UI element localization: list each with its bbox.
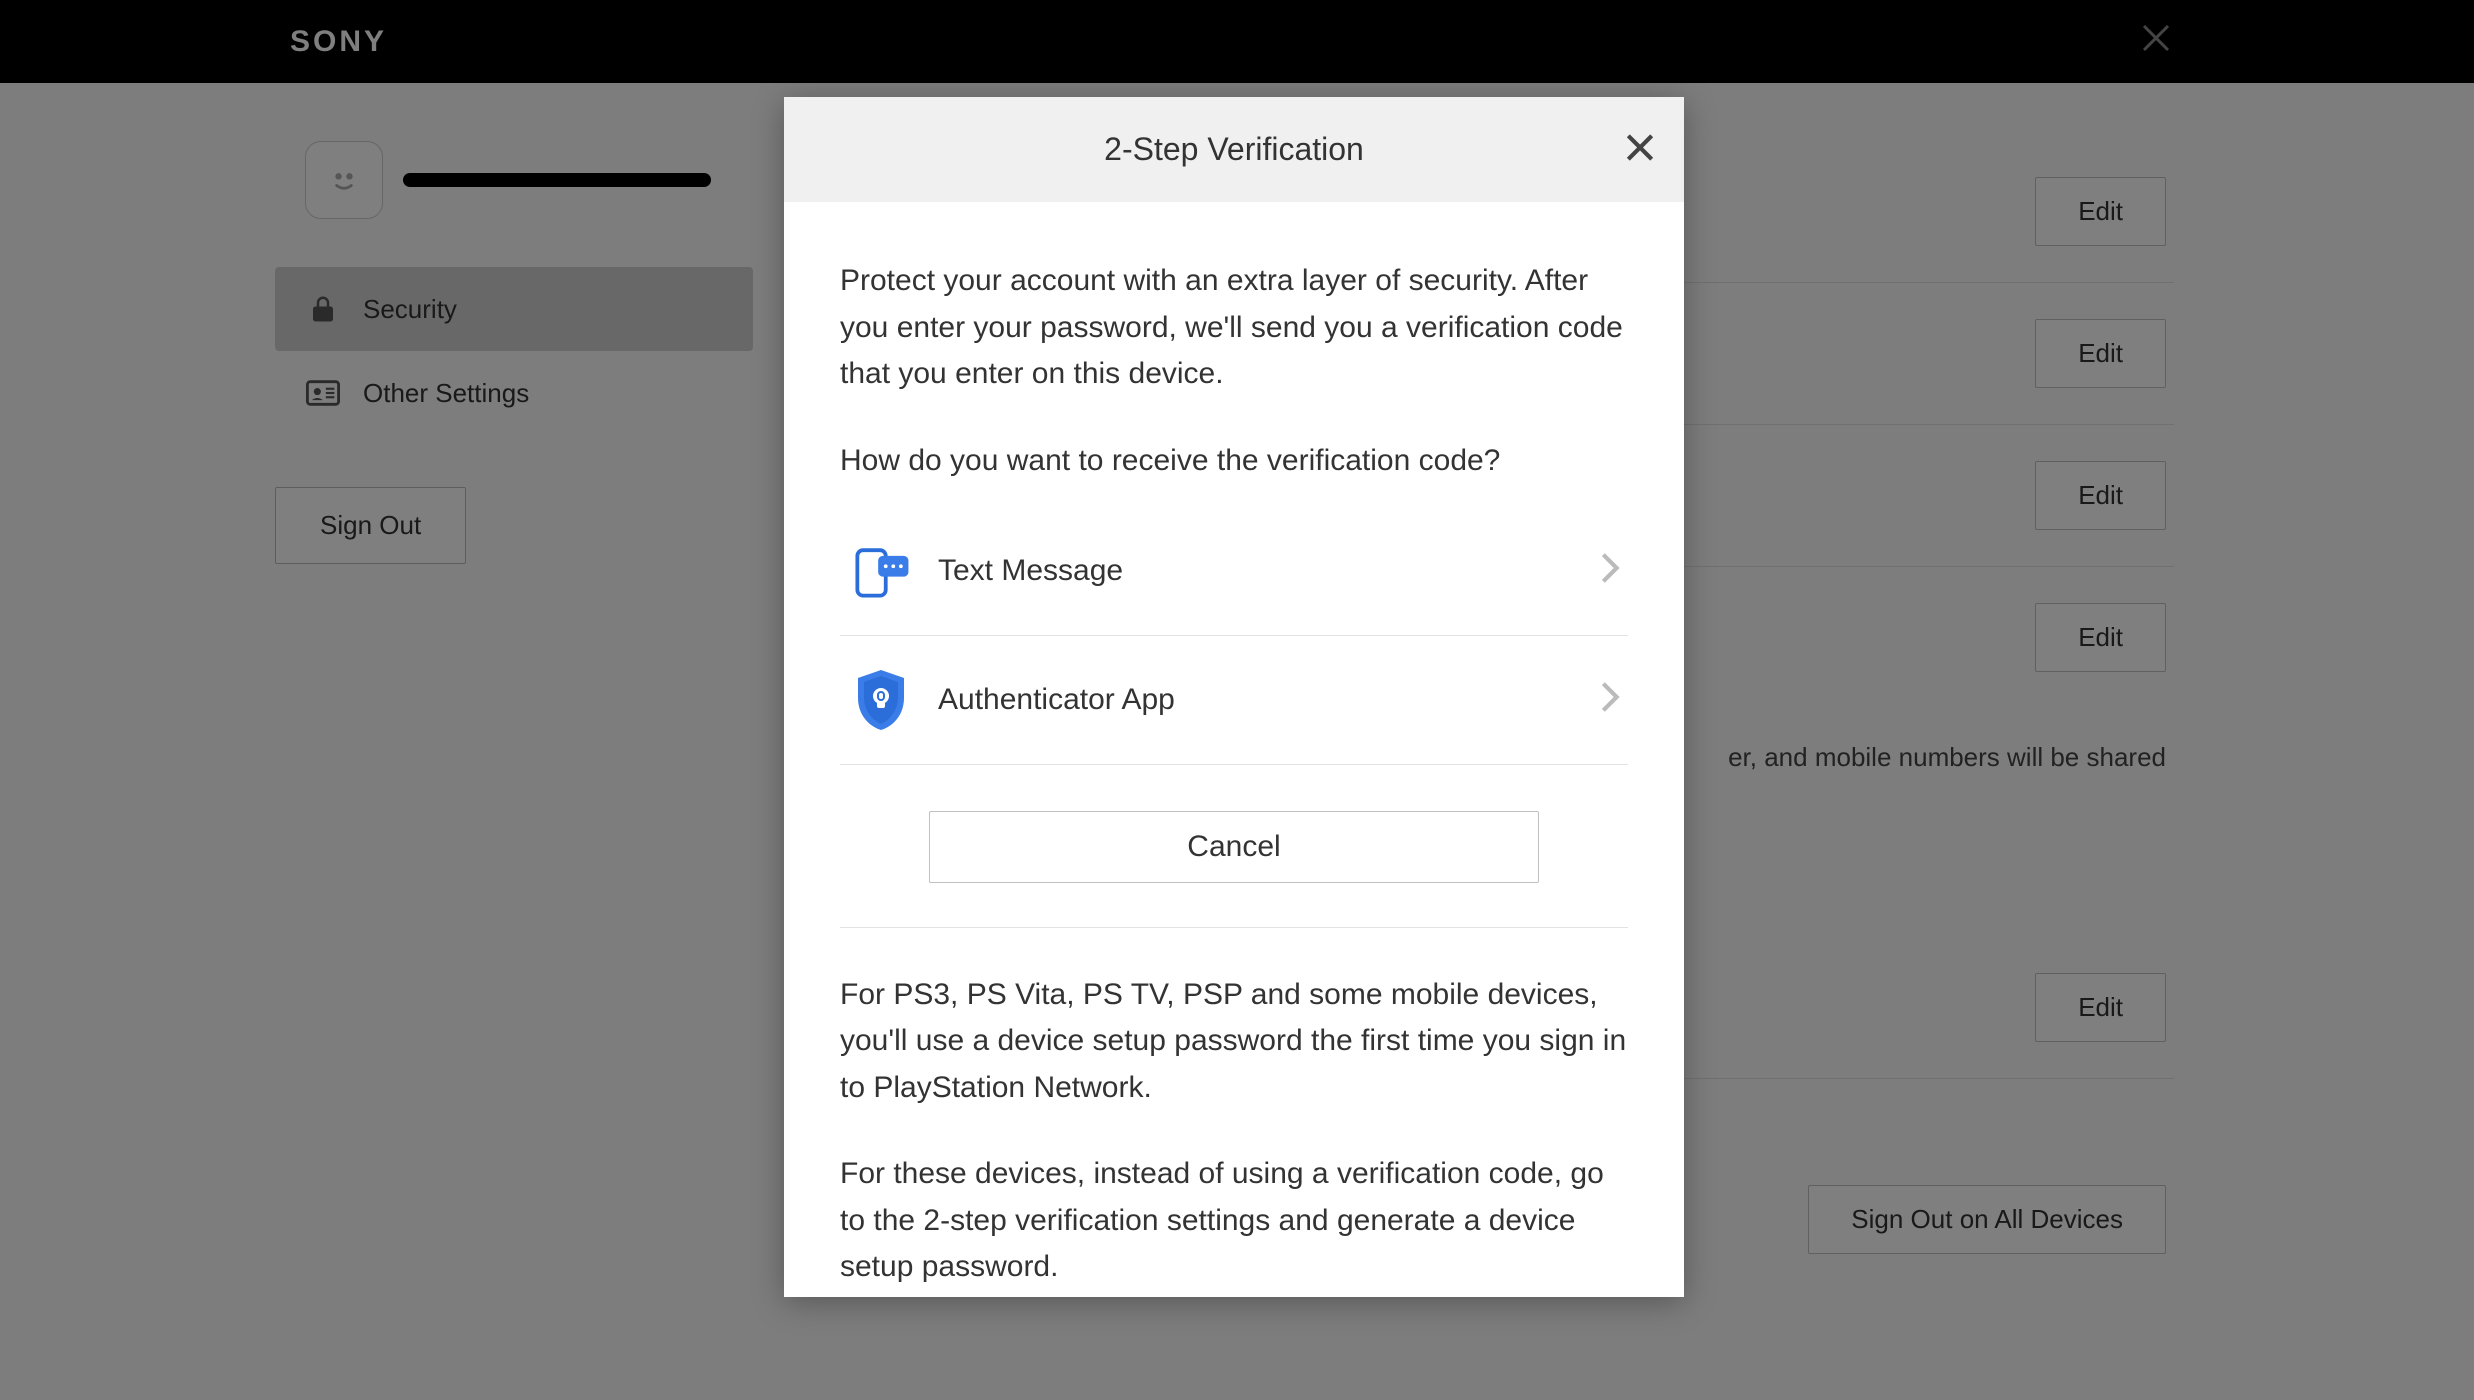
cancel-button[interactable]: Cancel xyxy=(929,811,1539,883)
modal-header: 2-Step Verification xyxy=(784,97,1684,202)
chevron-right-icon xyxy=(1600,551,1620,590)
modal-question-text: How do you want to receive the verificat… xyxy=(840,438,1628,483)
modal-footer-text-1: For PS3, PS Vita, PS TV, PSP and some mo… xyxy=(840,972,1628,1112)
two-step-verification-modal: 2-Step Verification Protect your account… xyxy=(784,97,1684,1297)
divider xyxy=(840,927,1628,928)
modal-body: Protect your account with an extra layer… xyxy=(784,202,1684,1297)
modal-footer-text-2: For these devices, instead of using a ve… xyxy=(840,1151,1628,1291)
modal-intro-text: Protect your account with an extra layer… xyxy=(840,258,1628,398)
sms-icon xyxy=(846,541,916,601)
shield-lock-icon xyxy=(846,670,916,730)
option-label: Text Message xyxy=(938,554,1123,588)
option-authenticator-app[interactable]: Authenticator App xyxy=(840,636,1628,765)
option-text-message[interactable]: Text Message xyxy=(840,507,1628,636)
modal-title: 2-Step Verification xyxy=(1104,131,1364,168)
modal-close-button[interactable] xyxy=(1620,127,1660,172)
option-label: Authenticator App xyxy=(938,683,1175,717)
chevron-right-icon xyxy=(1600,680,1620,719)
